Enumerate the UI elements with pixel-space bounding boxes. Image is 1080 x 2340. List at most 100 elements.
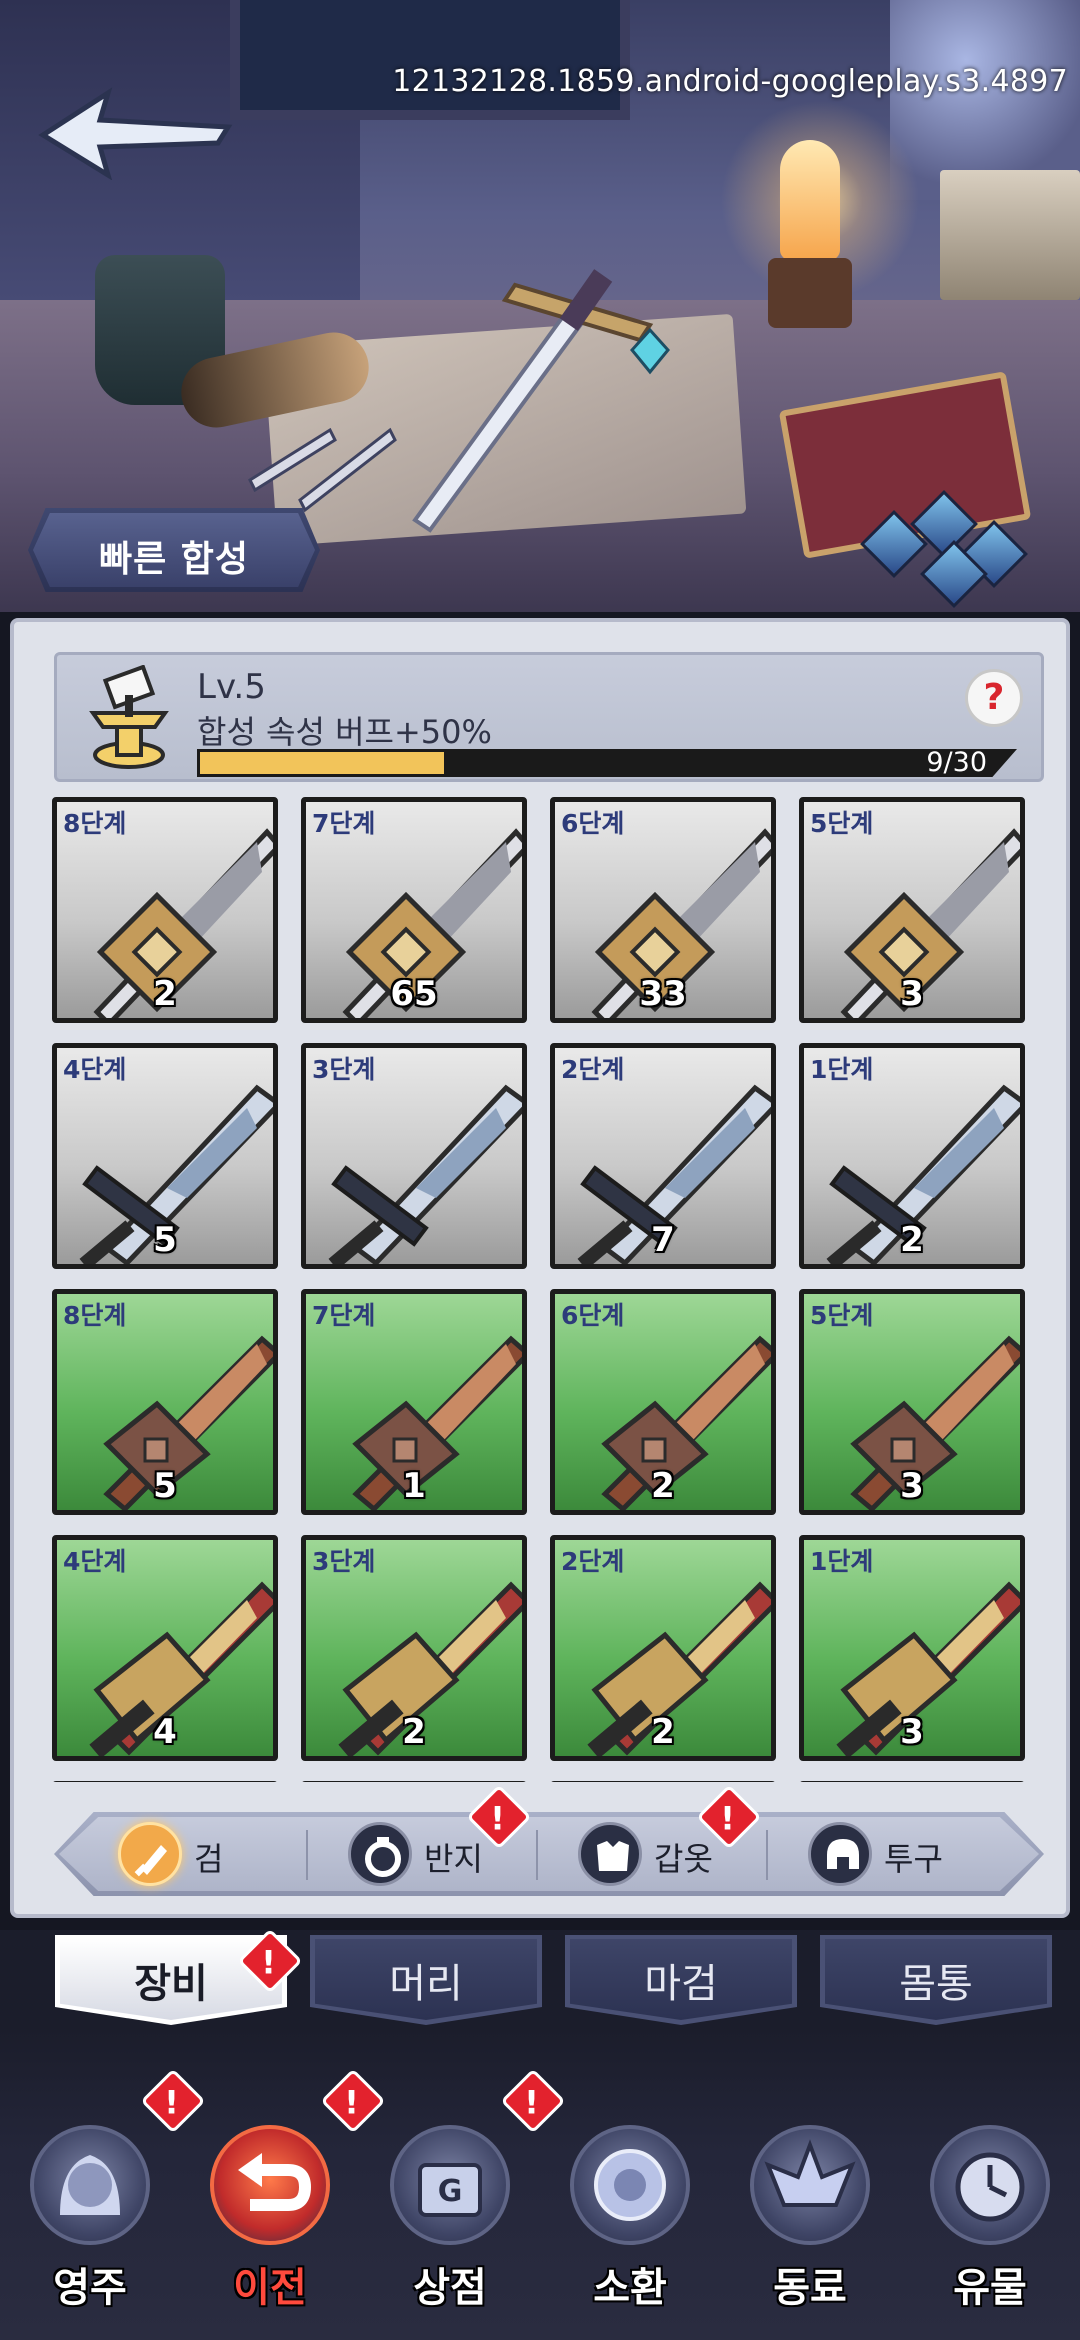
svg-text:G: G <box>438 2174 463 2209</box>
help-icon: ? <box>983 677 1005 718</box>
ring-icon <box>348 1822 412 1886</box>
item-count: 5 <box>153 1220 177 1260</box>
equipment-item-card[interactable]: 8단계 <box>52 1781 278 1782</box>
category-label: 검 <box>194 1840 224 1878</box>
equipment-item-card[interactable]: 4단계 4 <box>52 1535 278 1761</box>
equipment-item-card[interactable]: 1단계 3 <box>799 1535 1025 1761</box>
item-count: 3 <box>900 1466 924 1506</box>
helmet-icon <box>808 1822 872 1886</box>
item-count: 2 <box>900 1220 924 1260</box>
item-stage: 2단계 <box>561 1055 625 1084</box>
category-label: 투구 <box>884 1840 943 1878</box>
equipment-item-card[interactable]: 1단계 2 <box>799 1043 1025 1269</box>
item-stage: 3단계 <box>312 1547 376 1576</box>
equipment-item-card[interactable]: 6단계 2 <box>550 1289 776 1515</box>
tab-label: 머리 <box>389 1961 463 2007</box>
category-sword[interactable]: 검 <box>84 1822 304 1886</box>
item-count: 1 <box>402 1466 426 1506</box>
sword-icon <box>118 1822 182 1886</box>
item-stage: 7단계 <box>312 1301 376 1330</box>
synthesis-level-bar: Lv.5 합성 속성 버프+50% ? 9/30 <box>54 652 1044 782</box>
item-stage: 2단계 <box>561 1547 625 1576</box>
equipment-item-card[interactable]: 2단계 2 <box>550 1535 776 1761</box>
item-count: 33 <box>639 974 687 1014</box>
companion-icon <box>764 2139 856 2207</box>
item-stage: 6단계 <box>561 1301 625 1330</box>
item-count: 3 <box>900 974 924 1014</box>
equipment-item-card[interactable]: 3단계 2 <box>301 1535 527 1761</box>
item-count: 2 <box>153 974 177 1014</box>
tab-label: 몸통 <box>899 1961 973 2007</box>
back-arrow-icon <box>38 87 233 181</box>
summon-icon <box>594 2149 666 2221</box>
nav-label: 영주 <box>53 2265 127 2311</box>
category-helmet[interactable]: 투구 <box>774 1822 994 1886</box>
item-grid-viewport[interactable]: 8단계 2 7단계 65 6단계 33 5단계 3 4단계 5 3단계 2단계 7 1단계 2 8단계 5 7단계… <box>52 797 1052 1782</box>
item-stage: 6단계 <box>561 809 625 838</box>
item-stage: 3단계 <box>312 1055 376 1084</box>
category-label: 갑옷 <box>654 1840 713 1878</box>
equipment-item-card[interactable]: 8단계 5 <box>52 1289 278 1515</box>
item-count: 2 <box>402 1712 426 1752</box>
nav-companion[interactable]: 동료 <box>720 2085 900 2335</box>
quick-synthesis-label: 빠른 합성 <box>98 539 249 580</box>
level-progress-bar: 9/30 <box>197 749 1017 777</box>
synthesis-panel: Lv.5 합성 속성 버프+50% ? 9/30 8단계 2 7단계 65 6단계 33 5… <box>0 612 1080 1930</box>
item-stage: 1단계 <box>810 1547 874 1576</box>
synthesis-buff-text: 합성 속성 버프+50% <box>197 713 492 751</box>
item-stage: 5단계 <box>810 1301 874 1330</box>
panel-frame: Lv.5 합성 속성 버프+50% ? 9/30 8단계 2 7단계 65 6단계 33 5… <box>10 618 1070 1918</box>
category-divider <box>766 1830 768 1880</box>
item-count: 2 <box>651 1466 675 1506</box>
equipment-item-card[interactable]: 8단계 2 <box>52 797 278 1023</box>
lord-icon <box>60 2155 120 2215</box>
nav-label: 유물 <box>953 2265 1027 2311</box>
item-stage: 8단계 <box>63 1301 127 1330</box>
item-stage: 7단계 <box>312 809 376 838</box>
return-icon <box>238 2153 312 2211</box>
equipment-item-card[interactable]: 7단계 1 <box>301 1289 527 1515</box>
equipment-item-card[interactable]: 2단계 7 <box>550 1043 776 1269</box>
item-stage: 4단계 <box>63 1547 127 1576</box>
nav-relic[interactable]: 유물 <box>900 2085 1080 2335</box>
item-stage: 5단계 <box>810 809 874 838</box>
bottom-navigation: 영주! 이전! G 상점! 소환 동료 유물 <box>0 2030 1080 2340</box>
item-count: 2 <box>651 1712 675 1752</box>
category-divider <box>536 1830 538 1880</box>
equipment-item-card[interactable]: 5단계 <box>799 1781 1025 1782</box>
equipment-item-card[interactable]: 3단계 <box>301 1043 527 1269</box>
tab-1[interactable]: 머리 <box>310 1935 542 2025</box>
level-progress-fill <box>200 752 445 774</box>
help-button[interactable]: ? <box>965 669 1023 727</box>
equipment-item-card[interactable]: 5단계 3 <box>799 1289 1025 1515</box>
nav-label: 상점 <box>413 2265 487 2311</box>
nav-label: 동료 <box>773 2265 847 2311</box>
relic-icon <box>955 2152 1025 2222</box>
nav-label: 소환 <box>593 2265 667 2311</box>
tab-2[interactable]: 마검 <box>565 1935 797 2025</box>
synthesis-level: Lv.5 <box>197 667 266 707</box>
equipment-item-card[interactable]: 6단계 33 <box>550 797 776 1023</box>
equipment-item-card[interactable]: 7단계 65 <box>301 797 527 1023</box>
item-count: 65 <box>390 974 438 1014</box>
tab-3[interactable]: 몸통 <box>820 1935 1052 2025</box>
equipment-item-card[interactable]: 4단계 5 <box>52 1043 278 1269</box>
shop-icon: G <box>418 2163 482 2217</box>
equipment-tabs: 장비! 머리 마검 몸통 <box>0 1928 1080 2030</box>
equipment-item-card[interactable]: 6단계 <box>550 1781 776 1782</box>
equipment-item-card[interactable]: 5단계 3 <box>799 797 1025 1023</box>
item-stage: 4단계 <box>63 1055 127 1084</box>
nav-label: 이전 <box>233 2265 307 2311</box>
level-progress-text: 9/30 <box>926 747 987 778</box>
equipment-item-card[interactable]: 7단계 <box>301 1781 527 1782</box>
item-count: 4 <box>153 1712 177 1752</box>
quick-synthesis-button[interactable]: 빠른 합성 <box>28 508 320 592</box>
back-button[interactable] <box>38 85 238 181</box>
item-stage: 8단계 <box>63 809 127 838</box>
nav-summon[interactable]: 소환 <box>540 2085 720 2335</box>
equipment-category-bar: 검 반지! 갑옷! 투구 <box>54 1784 1044 1896</box>
version-text: 12132128.1859.android-googleplay.s3.4897 <box>392 64 1068 99</box>
anvil-icon <box>89 665 169 769</box>
category-label: 반지 <box>424 1840 483 1878</box>
item-count: 5 <box>153 1466 177 1506</box>
